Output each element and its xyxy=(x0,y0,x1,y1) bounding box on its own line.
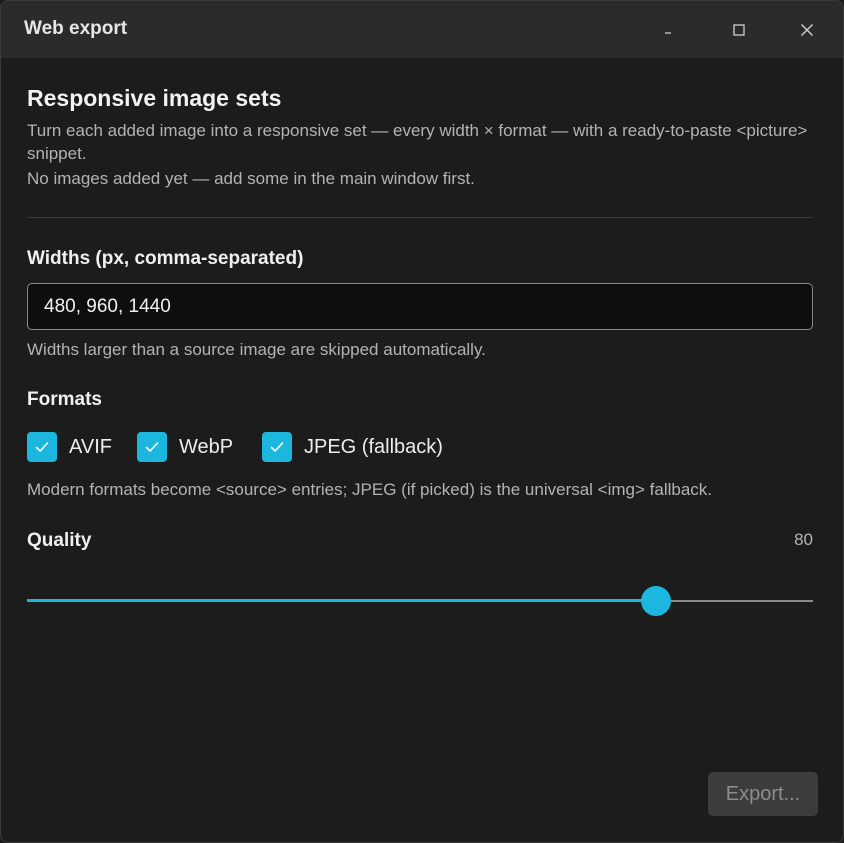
avif-checkbox[interactable]: AVIF xyxy=(27,431,112,463)
checkbox-box[interactable] xyxy=(262,432,292,462)
formats-label: Formats xyxy=(27,389,102,410)
checkmark-icon xyxy=(145,442,159,452)
slider-thumb[interactable] xyxy=(641,586,671,616)
minimize-button[interactable] xyxy=(635,1,703,58)
window-title: Web export xyxy=(24,18,128,39)
empty-state-note: No images added yet — add some in the ma… xyxy=(27,169,475,188)
section-description: Turn each added image into a responsive … xyxy=(27,121,808,163)
avif-label: AVIF xyxy=(69,435,112,458)
checkbox-box[interactable] xyxy=(27,432,57,462)
quality-slider[interactable] xyxy=(27,586,813,616)
divider xyxy=(27,217,813,218)
title-bar[interactable]: Web export xyxy=(1,1,843,58)
export-button[interactable]: Export... xyxy=(708,772,818,816)
maximize-button[interactable] xyxy=(705,1,773,58)
maximize-icon xyxy=(733,23,745,36)
formats-hint: Modern formats become <source> entries; … xyxy=(27,480,713,499)
webp-label: WebP xyxy=(179,435,234,458)
quality-value: 80 xyxy=(794,530,813,549)
widths-label: Widths (px, comma-separated) xyxy=(27,248,304,269)
web-export-dialog: Web export Responsive image sets Turn ea… xyxy=(0,0,844,843)
checkbox-box[interactable] xyxy=(137,432,167,462)
checkmark-icon xyxy=(35,442,49,452)
jpeg-checkbox[interactable]: JPEG (fallback) xyxy=(262,431,443,463)
widths-input[interactable] xyxy=(27,283,813,330)
widths-hint: Widths larger than a source image are sk… xyxy=(27,340,486,359)
close-icon xyxy=(801,23,813,36)
jpeg-label: JPEG (fallback) xyxy=(304,435,443,458)
slider-fill xyxy=(27,599,656,602)
section-heading: Responsive image sets xyxy=(27,85,282,111)
quality-label: Quality xyxy=(27,530,92,551)
close-button[interactable] xyxy=(773,1,841,58)
minimize-icon xyxy=(665,31,671,34)
webp-checkbox[interactable]: WebP xyxy=(137,431,233,463)
checkmark-icon xyxy=(270,442,284,452)
